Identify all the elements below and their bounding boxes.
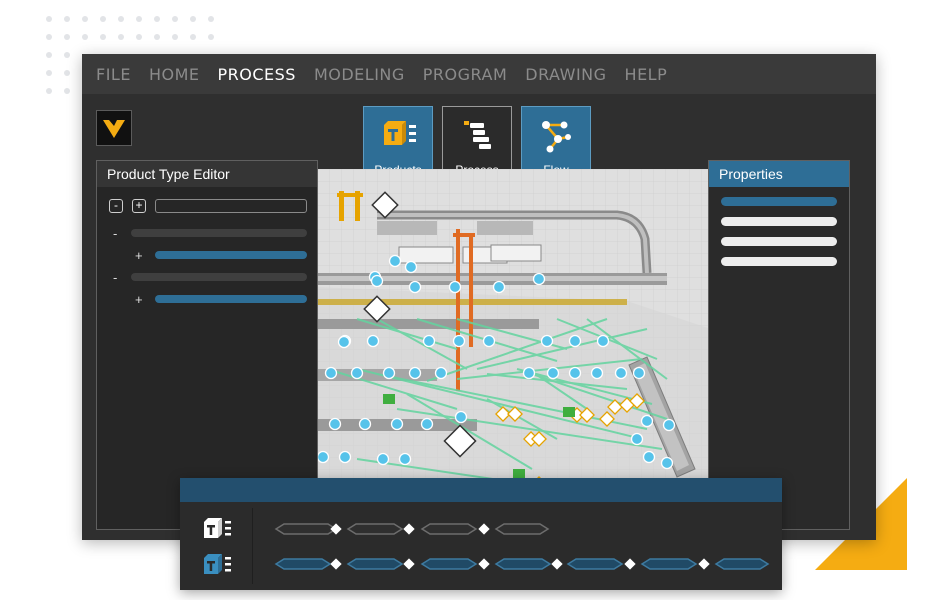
tree-collapse-toggle[interactable]: - [113, 271, 117, 284]
decorative-dot [172, 16, 178, 22]
collapse-all-button[interactable]: - [109, 199, 123, 213]
product-type-editor-panel: Product Type Editor - + - + - + [96, 160, 318, 530]
property-field[interactable] [721, 217, 837, 226]
menu-modeling[interactable]: MODELING [314, 65, 405, 84]
decorative-dot [100, 34, 106, 40]
add-product-type-button[interactable]: + [132, 199, 146, 213]
decorative-dot [154, 34, 160, 40]
menu-drawing[interactable]: DRAWING [525, 65, 606, 84]
decorative-dot [118, 34, 124, 40]
decorative-dot [64, 34, 70, 40]
decorative-dot [82, 34, 88, 40]
decorative-dot [172, 34, 178, 40]
factory-layout-scene [317, 169, 711, 489]
panel-title: Product Type Editor [97, 161, 317, 187]
decorative-dot [64, 52, 70, 58]
decorative-dot [154, 16, 160, 22]
process-timeline-panel [180, 478, 782, 590]
tree-expand-toggle[interactable]: + [135, 249, 143, 262]
decorative-dot [64, 16, 70, 22]
properties-panel: Properties [708, 160, 850, 530]
decorative-dot [136, 34, 142, 40]
process-icon [464, 121, 491, 149]
product-track-segments [274, 523, 550, 535]
property-field-selected[interactable] [721, 197, 837, 206]
application-window: FILE HOME PROCESS MODELING PROGRAM DRAWI… [82, 54, 876, 540]
tree-item-placeholder[interactable] [131, 229, 307, 237]
tree-item-selected[interactable] [155, 295, 307, 303]
decorative-dot [208, 16, 214, 22]
menu-help[interactable]: HELP [625, 65, 668, 84]
decorative-dot [82, 16, 88, 22]
decorative-dot [46, 70, 52, 76]
menu-file[interactable]: FILE [96, 65, 131, 84]
tree-collapse-toggle[interactable]: - [113, 227, 117, 240]
decorative-dot [136, 16, 142, 22]
app-logo[interactable] [96, 110, 132, 146]
process-track-segments [274, 558, 770, 570]
products-icon [384, 121, 416, 145]
menu-process[interactable]: PROCESS [218, 65, 296, 84]
decorative-dot [46, 52, 52, 58]
decorative-dot [100, 16, 106, 22]
decorative-dot [46, 34, 52, 40]
filter-input[interactable] [155, 199, 307, 213]
decorative-dot [208, 34, 214, 40]
visual-components-logo-icon [103, 120, 125, 138]
flow-icon [542, 121, 571, 153]
tree-item-placeholder[interactable] [131, 273, 307, 281]
3d-viewport[interactable] [317, 169, 711, 489]
decorative-dot [64, 88, 70, 94]
menu-bar: FILE HOME PROCESS MODELING PROGRAM DRAWI… [82, 54, 876, 94]
panel-title: Properties [709, 161, 849, 187]
decorative-dot [118, 16, 124, 22]
decorative-dot [46, 16, 52, 22]
tree-item-selected[interactable] [155, 251, 307, 259]
tree-expand-toggle[interactable]: + [135, 293, 143, 306]
menu-program[interactable]: PROGRAM [423, 65, 507, 84]
property-field[interactable] [721, 237, 837, 246]
decorative-dot [46, 88, 52, 94]
decorative-dot [64, 70, 70, 76]
timeline-tracks [274, 523, 770, 570]
menu-home[interactable]: HOME [149, 65, 200, 84]
decorative-dot [190, 16, 196, 22]
property-field[interactable] [721, 257, 837, 266]
decorative-dot [190, 34, 196, 40]
